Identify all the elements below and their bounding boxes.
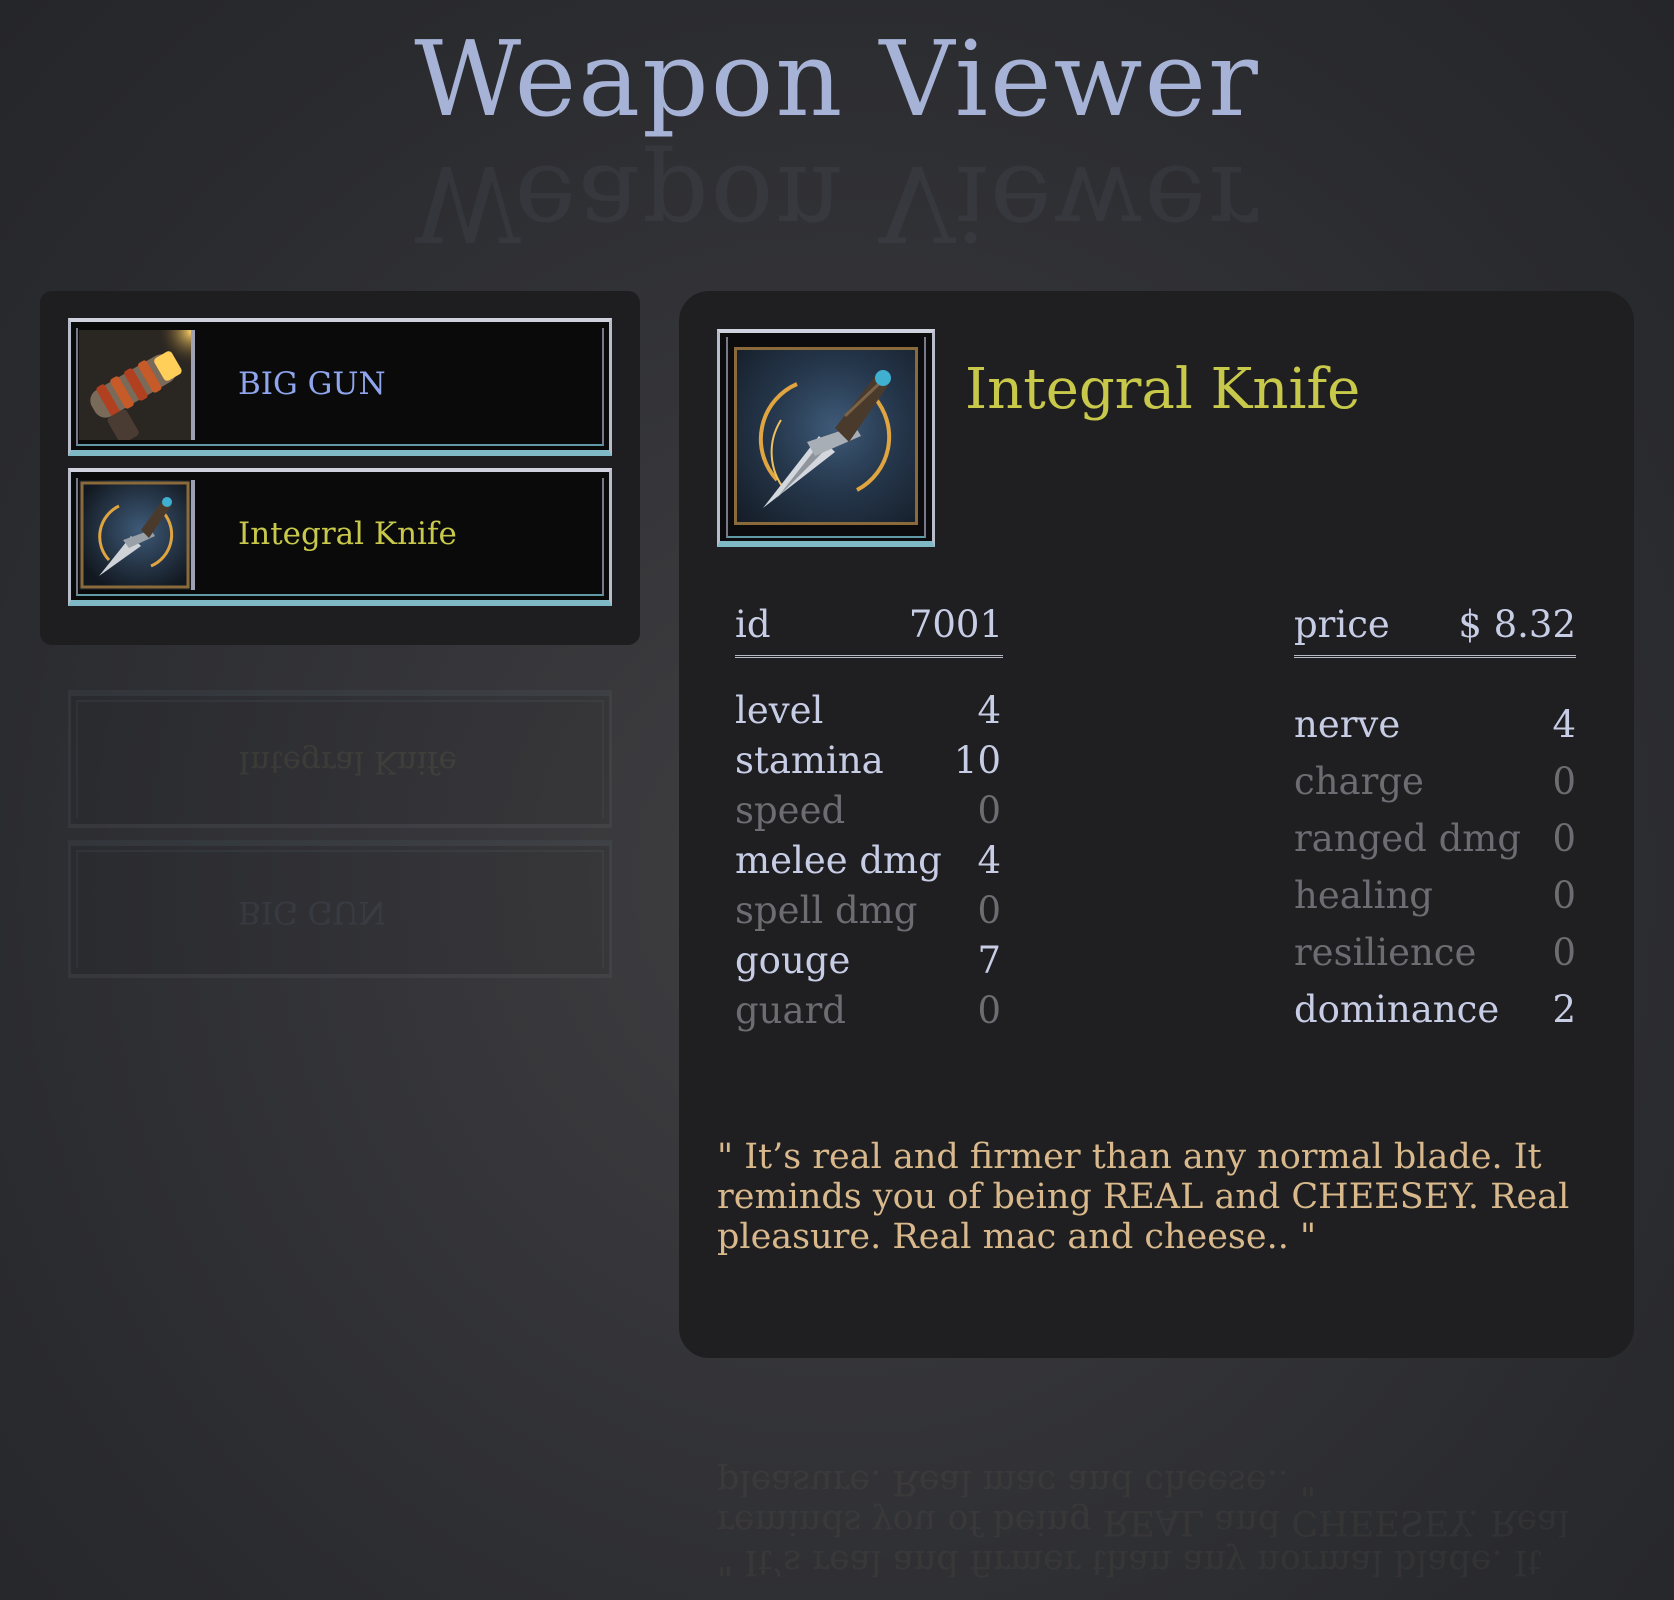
stat-row-spell-dmg: spell dmg 0 (735, 889, 1001, 935)
stat-label: stamina (735, 739, 884, 782)
detail-image-frame (717, 329, 935, 547)
stat-value: 0 (1552, 931, 1576, 974)
stat-label: ranged dmg (1294, 817, 1522, 860)
dagger-icon (79, 480, 195, 590)
stat-label: level (735, 689, 824, 732)
id-label: id (735, 603, 771, 646)
stat-value: 0 (977, 889, 1001, 932)
price-label: price (1294, 603, 1390, 646)
stat-label: healing (1294, 874, 1433, 917)
weapon-list-item-integral-knife[interactable]: Integral Knife (68, 468, 612, 606)
reflection-label: BIG GUN (238, 894, 386, 930)
weapon-list: BIG GUN Integral Knife (40, 291, 640, 645)
stat-label: speed (735, 789, 846, 832)
stat-row-melee-dmg: melee dmg 4 (735, 839, 1001, 885)
stat-row-resilience: resilience 0 (1294, 931, 1576, 977)
weapon-name-label: Integral Knife (238, 516, 457, 552)
stat-value: 0 (977, 789, 1001, 832)
weapon-list-reflection: BIG GUN Integral Knife (40, 690, 640, 990)
stat-row-ranged-dmg: ranged dmg 0 (1294, 817, 1576, 863)
stat-row-speed: speed 0 (735, 789, 1001, 835)
stat-row-dominance: dominance 2 (1294, 988, 1576, 1034)
stat-value: 10 (953, 739, 1001, 782)
stat-value: 0 (1552, 817, 1576, 860)
reflection-item: Integral Knife (68, 690, 612, 828)
stat-label: dominance (1294, 988, 1500, 1031)
page-title: Weapon Viewer (414, 18, 1260, 140)
weapon-detail-panel: Integral Knife id 7001 price $ 8.32 leve… (679, 291, 1634, 1358)
page-title-reflection: Weapon Viewer (414, 142, 1260, 264)
stat-value: 4 (1552, 703, 1576, 746)
stat-value: 4 (977, 689, 1001, 732)
stat-label: nerve (1294, 703, 1401, 746)
dagger-icon (734, 347, 918, 525)
weapon-list-item-big-gun[interactable]: BIG GUN (68, 318, 612, 456)
stat-label: guard (735, 989, 846, 1032)
weapon-name-label: BIG GUN (238, 366, 386, 402)
stat-label: resilience (1294, 931, 1477, 974)
stat-value: 2 (1552, 988, 1576, 1031)
stat-row-nerve: nerve 4 (1294, 703, 1576, 749)
stat-value: 7 (977, 939, 1001, 982)
weapon-description-reflection: " It’s real and firmer than any normal b… (717, 1462, 1570, 1582)
stat-row-level: level 4 (735, 689, 1001, 735)
stat-label: gouge (735, 939, 851, 982)
stat-value: 0 (977, 989, 1001, 1032)
stat-value: 0 (1552, 874, 1576, 917)
reflection-item: BIG GUN (68, 840, 612, 978)
ray-gun-icon (79, 330, 195, 440)
stat-row-healing: healing 0 (1294, 874, 1576, 920)
stat-row-charge: charge 0 (1294, 760, 1576, 806)
price-value: $ 8.32 (1458, 603, 1576, 646)
weapon-description: " It’s real and firmer than any normal b… (717, 1137, 1570, 1257)
weapon-price-row: price $ 8.32 (1294, 603, 1576, 658)
stat-row-guard: guard 0 (735, 989, 1001, 1035)
weapon-id-row: id 7001 (735, 603, 1003, 658)
stat-row-gouge: gouge 7 (735, 939, 1001, 985)
reflection-label: Integral Knife (238, 744, 457, 780)
stat-value: 4 (977, 839, 1001, 882)
stat-label: charge (1294, 760, 1424, 803)
stat-value: 0 (1552, 760, 1576, 803)
stat-label: spell dmg (735, 889, 918, 932)
stat-label: melee dmg (735, 839, 942, 882)
stat-row-stamina: stamina 10 (735, 739, 1001, 785)
weapon-detail-name: Integral Knife (965, 357, 1361, 422)
id-value: 7001 (908, 603, 1003, 646)
